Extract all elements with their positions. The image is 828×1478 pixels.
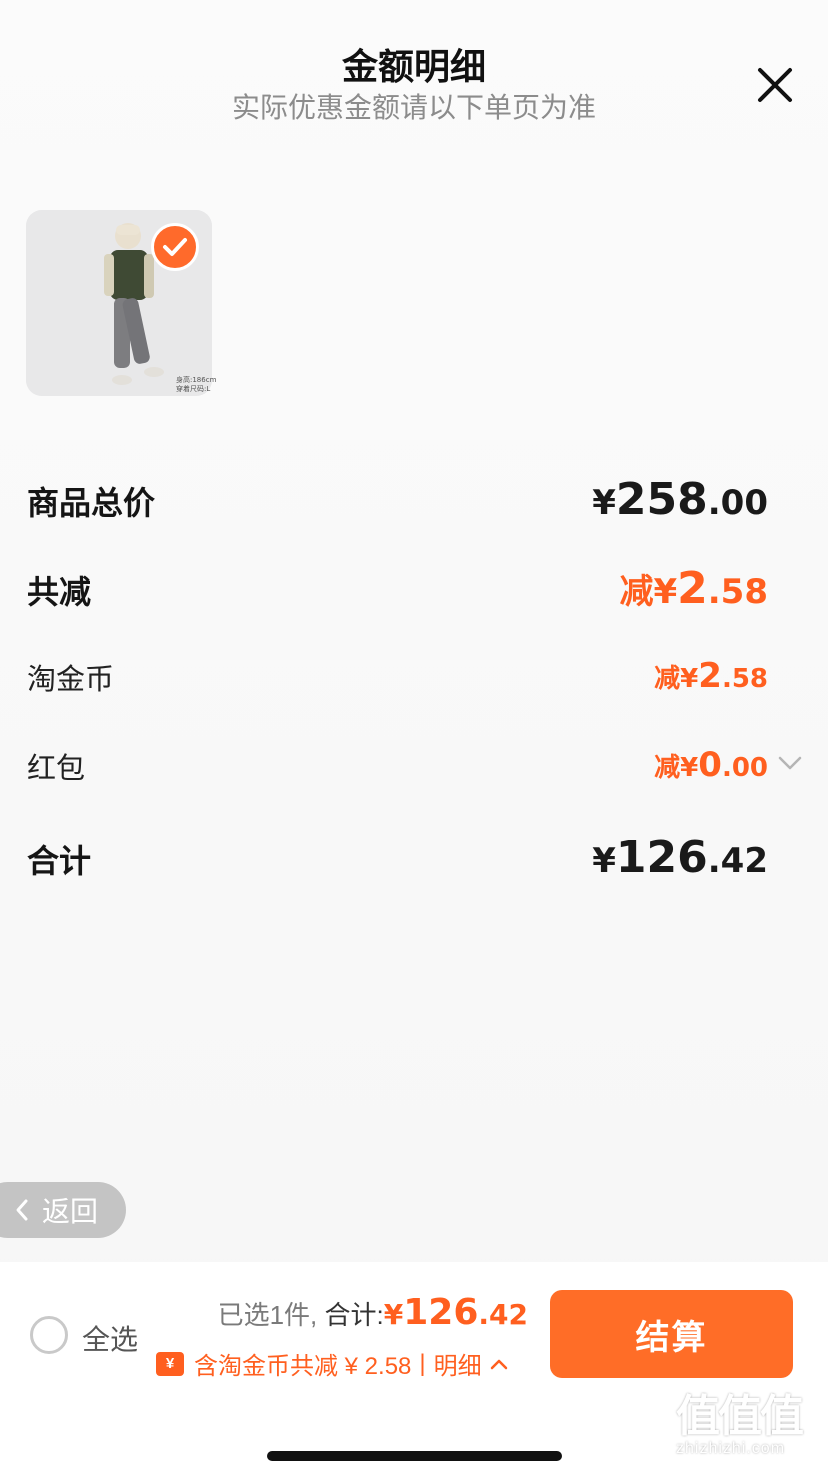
- sum-label: 合计: [27, 843, 92, 879]
- currency-symbol: ¥: [592, 483, 616, 523]
- checkout-button[interactable]: 结算: [550, 1290, 793, 1378]
- total-price-label: 商品总价: [27, 485, 156, 521]
- product-caption: 身高:186cm 穿着尺码:L: [176, 376, 216, 394]
- total-integer: 126: [403, 1292, 479, 1333]
- price-integer: 0: [698, 745, 722, 785]
- red-packet-label: 红包: [27, 753, 86, 785]
- currency-symbol: ¥: [383, 1298, 404, 1331]
- chevron-up-icon: [490, 1359, 507, 1369]
- back-button[interactable]: 返回: [0, 1182, 126, 1238]
- selected-count: 已选1件,: [217, 1300, 318, 1330]
- amount-detail-sheet: 金额明细 实际优惠金额请以下单页为准 身高:186cm 穿着尺码:L 商品总价 …: [0, 0, 828, 1478]
- discount-prefix: 减: [619, 572, 654, 612]
- bottom-total: ¥126.42: [383, 1292, 528, 1333]
- total-discount-label: 共减: [27, 574, 92, 610]
- select-all-radio[interactable]: [30, 1316, 68, 1354]
- total-label: 合计:: [324, 1300, 384, 1330]
- selected-check-icon[interactable]: [151, 223, 199, 271]
- price-integer: 126: [615, 832, 708, 883]
- red-packet-value[interactable]: 减¥0.00: [654, 745, 768, 785]
- chevron-left-icon: [16, 1199, 28, 1221]
- selection-summary: 已选1件, 合计:¥126.42: [218, 1292, 528, 1333]
- currency-symbol: ¥: [653, 572, 678, 612]
- price-integer: 258: [615, 474, 708, 525]
- divider: |: [419, 1349, 426, 1377]
- back-button-label: 返回: [42, 1196, 99, 1227]
- caption-size: 穿着尺码:L: [176, 385, 211, 393]
- watermark-url: zhizhizhi.com: [676, 1440, 786, 1457]
- total-decimal: .42: [478, 1298, 528, 1331]
- price-decimal: .58: [721, 664, 768, 694]
- watermark-text: 值值值: [676, 1392, 804, 1441]
- sum-value: ¥126.42: [592, 832, 768, 883]
- coin-icon: ¥: [156, 1351, 184, 1376]
- price-integer: 2: [677, 563, 708, 614]
- currency-symbol: ¥: [680, 664, 699, 694]
- total-discount-value: 减¥2.58: [619, 563, 768, 614]
- discount-text: 含淘金币共减 ¥ 2.58: [194, 1353, 412, 1380]
- price-decimal: .58: [707, 572, 768, 612]
- chevron-down-icon[interactable]: [776, 752, 804, 774]
- price-decimal: .00: [721, 753, 768, 783]
- currency-symbol: ¥: [680, 753, 699, 783]
- total-price-value: ¥258.00: [592, 474, 768, 525]
- price-decimal: .42: [707, 841, 768, 881]
- taojinbi-label: 淘金币: [27, 664, 115, 696]
- discount-prefix: 减: [654, 753, 681, 783]
- home-indicator[interactable]: [267, 1451, 562, 1461]
- discount-detail-toggle[interactable]: ¥ 含淘金币共减 ¥ 2.58 | 明细: [156, 1346, 510, 1381]
- caption-height: 身高:186cm: [176, 376, 217, 384]
- discount-prefix: 减: [654, 664, 681, 694]
- taojinbi-value: 减¥2.58: [654, 656, 768, 696]
- select-all-label[interactable]: 全选: [82, 1318, 138, 1358]
- price-decimal: .00: [707, 483, 768, 523]
- page-subtitle: 实际优惠金额请以下单页为准: [231, 92, 596, 123]
- page-title: 金额明细: [341, 46, 486, 87]
- currency-symbol: ¥: [592, 841, 616, 881]
- watermark-logo: 值值值 zhizhizhi.com: [676, 1394, 826, 1474]
- close-icon[interactable]: [752, 62, 798, 108]
- detail-text: 明细: [433, 1353, 482, 1380]
- price-integer: 2: [698, 656, 722, 696]
